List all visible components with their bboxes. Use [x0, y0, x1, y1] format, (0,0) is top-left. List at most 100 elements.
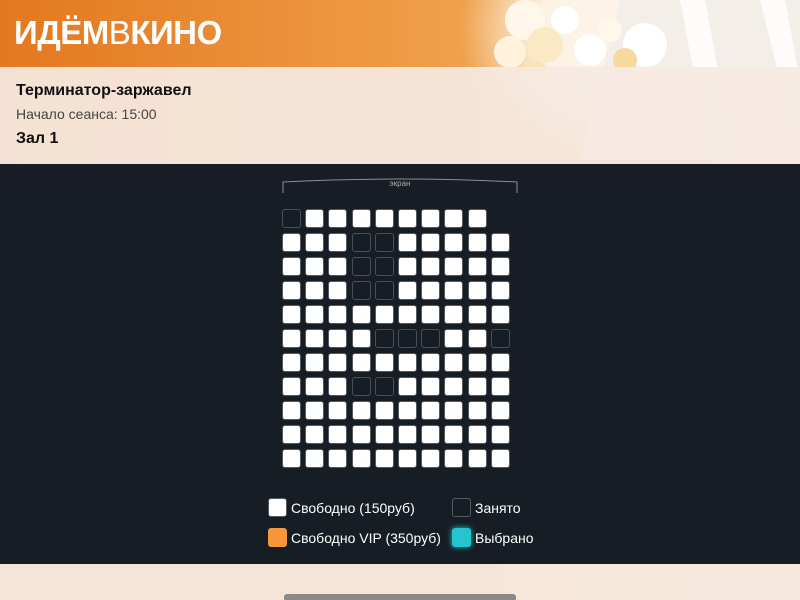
- seat-free[interactable]: [444, 257, 464, 276]
- site-logo[interactable]: ИДЁМВКИНО: [14, 13, 222, 53]
- seat-free[interactable]: [490, 353, 510, 372]
- seat-free[interactable]: [374, 401, 394, 420]
- seat-free[interactable]: [467, 353, 487, 372]
- seat-free[interactable]: [421, 233, 441, 252]
- seat-free[interactable]: [421, 281, 441, 300]
- seat-free[interactable]: [397, 377, 417, 396]
- seat-free[interactable]: [282, 425, 301, 444]
- seat-free[interactable]: [490, 449, 510, 468]
- seat-taken: [351, 377, 371, 396]
- seat-free[interactable]: [282, 329, 301, 348]
- seat-free[interactable]: [374, 449, 394, 468]
- seat-free[interactable]: [490, 401, 510, 420]
- seat-free[interactable]: [328, 257, 348, 276]
- seat-free[interactable]: [444, 425, 464, 444]
- seat-free[interactable]: [444, 209, 464, 228]
- seat-free[interactable]: [421, 377, 441, 396]
- seat-free[interactable]: [282, 353, 301, 372]
- seat-free[interactable]: [351, 353, 371, 372]
- seat-free[interactable]: [467, 449, 487, 468]
- seat-free[interactable]: [467, 401, 487, 420]
- seat-free[interactable]: [305, 233, 325, 252]
- seat-free[interactable]: [397, 257, 417, 276]
- seat-free[interactable]: [305, 353, 325, 372]
- seat-free[interactable]: [421, 401, 441, 420]
- seat-free[interactable]: [397, 425, 417, 444]
- seat-free[interactable]: [328, 377, 348, 396]
- seat-free[interactable]: [467, 209, 487, 228]
- book-button[interactable]: [284, 594, 516, 600]
- seat-free[interactable]: [305, 257, 325, 276]
- seat-free[interactable]: [351, 329, 371, 348]
- seat-free[interactable]: [397, 305, 417, 324]
- seat-free[interactable]: [328, 329, 348, 348]
- seat-free[interactable]: [467, 377, 487, 396]
- seat-free[interactable]: [351, 209, 371, 228]
- seat-free[interactable]: [328, 281, 348, 300]
- seat-free[interactable]: [397, 209, 417, 228]
- seat-free[interactable]: [397, 449, 417, 468]
- seat-free[interactable]: [282, 281, 301, 300]
- seat-free[interactable]: [397, 401, 417, 420]
- seat-free[interactable]: [328, 401, 348, 420]
- seat-free[interactable]: [444, 305, 464, 324]
- seat-free[interactable]: [421, 449, 441, 468]
- seat-free[interactable]: [351, 425, 371, 444]
- legend-selected-label: Выбрано: [475, 529, 534, 546]
- seat-free[interactable]: [467, 305, 487, 324]
- seat-free[interactable]: [282, 257, 301, 276]
- seat-free[interactable]: [444, 353, 464, 372]
- seat-free[interactable]: [328, 209, 348, 228]
- seat-free[interactable]: [467, 425, 487, 444]
- seat-free[interactable]: [490, 377, 510, 396]
- seat-free[interactable]: [305, 449, 325, 468]
- seat-free[interactable]: [421, 353, 441, 372]
- seat-free[interactable]: [421, 257, 441, 276]
- seat-free[interactable]: [305, 305, 325, 324]
- seat-free[interactable]: [282, 449, 301, 468]
- seat-free[interactable]: [397, 353, 417, 372]
- seat-free[interactable]: [490, 233, 510, 252]
- seat-free[interactable]: [467, 281, 487, 300]
- seat-free[interactable]: [397, 281, 417, 300]
- seat-free[interactable]: [305, 281, 325, 300]
- seat-free[interactable]: [328, 353, 348, 372]
- seat-free[interactable]: [282, 233, 301, 252]
- seat-free[interactable]: [444, 377, 464, 396]
- seat-free[interactable]: [282, 377, 301, 396]
- seat-free[interactable]: [444, 233, 464, 252]
- seat-free[interactable]: [282, 401, 301, 420]
- seat-free[interactable]: [397, 233, 417, 252]
- seat-free[interactable]: [328, 233, 348, 252]
- seat-free[interactable]: [305, 377, 325, 396]
- seat-free[interactable]: [467, 257, 487, 276]
- seat-free[interactable]: [282, 305, 301, 324]
- seat-free[interactable]: [374, 353, 394, 372]
- seat-free[interactable]: [421, 425, 441, 444]
- seat-free[interactable]: [305, 329, 325, 348]
- seat-free[interactable]: [374, 209, 394, 228]
- seat-free[interactable]: [328, 305, 348, 324]
- seat-free[interactable]: [351, 449, 371, 468]
- seat-free[interactable]: [305, 425, 325, 444]
- seat-free[interactable]: [421, 209, 441, 228]
- seat-free[interactable]: [444, 329, 464, 348]
- seat-free[interactable]: [467, 329, 487, 348]
- seat-free[interactable]: [444, 449, 464, 468]
- seat-free[interactable]: [490, 425, 510, 444]
- seat-free[interactable]: [328, 425, 348, 444]
- seat-free[interactable]: [374, 305, 394, 324]
- seat-free[interactable]: [374, 425, 394, 444]
- seat-free[interactable]: [444, 401, 464, 420]
- seat-free[interactable]: [305, 401, 325, 420]
- seat-free[interactable]: [490, 257, 510, 276]
- seat-free[interactable]: [444, 281, 464, 300]
- seat-free[interactable]: [351, 401, 371, 420]
- seat-free[interactable]: [467, 233, 487, 252]
- seat-free[interactable]: [351, 305, 371, 324]
- seat-free[interactable]: [328, 449, 348, 468]
- seat-free[interactable]: [490, 305, 510, 324]
- seat-free[interactable]: [305, 209, 325, 228]
- seat-free[interactable]: [421, 305, 441, 324]
- seat-free[interactable]: [490, 281, 510, 300]
